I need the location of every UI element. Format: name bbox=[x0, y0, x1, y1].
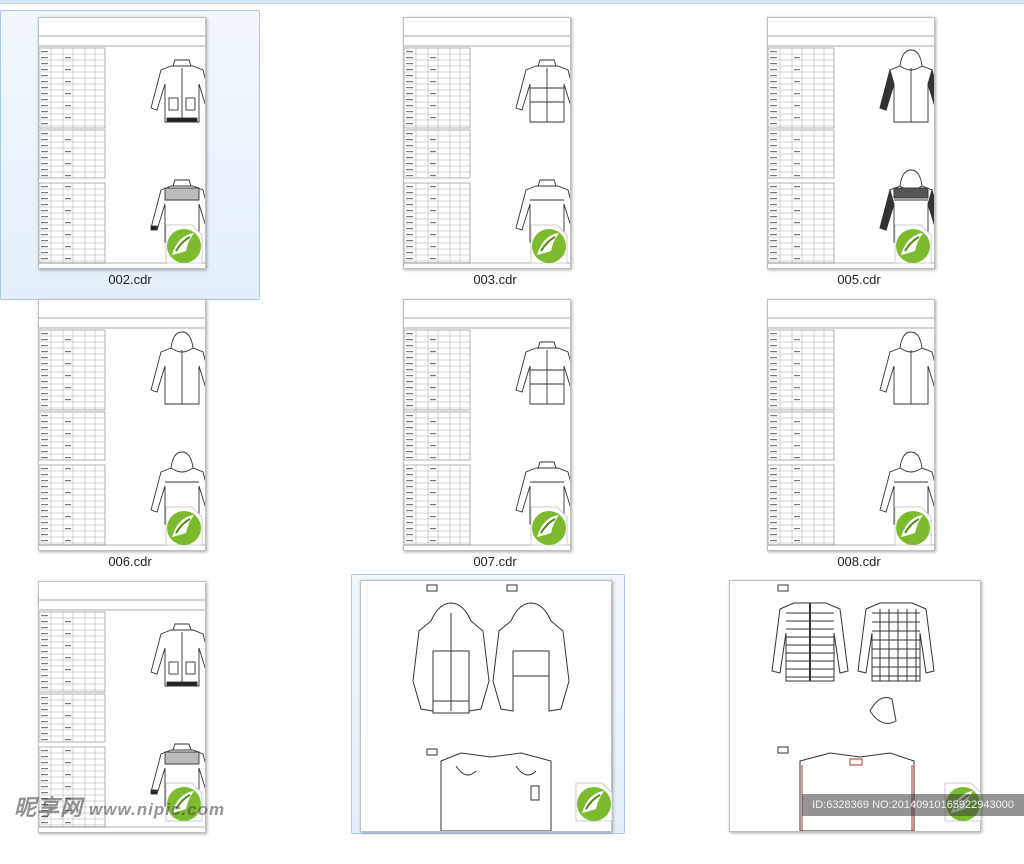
coreldraw-file-icon bbox=[894, 224, 932, 264]
coreldraw-file-icon bbox=[165, 506, 203, 546]
watermark-logo-text: 昵享网 bbox=[14, 795, 84, 820]
window-top-edge bbox=[0, 0, 1024, 4]
file-name-label[interactable]: 008.cdr bbox=[729, 554, 989, 569]
coreldraw-file-icon bbox=[575, 782, 613, 822]
file-name-label[interactable]: 002.cdr bbox=[0, 272, 260, 287]
file-name-label[interactable]: 007.cdr bbox=[365, 554, 625, 569]
watermark-logo: 昵享网 www.nipic.com bbox=[14, 790, 225, 822]
coreldraw-file-icon bbox=[894, 506, 932, 546]
file-name-label[interactable]: 006.cdr bbox=[0, 554, 260, 569]
coreldraw-file-icon bbox=[530, 224, 568, 264]
coreldraw-file-icon bbox=[165, 224, 203, 264]
watermark-id: ID:6328369 NO:20140910165922943000 bbox=[802, 794, 1024, 816]
coreldraw-file-icon bbox=[530, 506, 568, 546]
file-name-label[interactable]: 003.cdr bbox=[365, 272, 625, 287]
file-name-label[interactable]: 005.cdr bbox=[729, 272, 989, 287]
watermark-site: www.nipic.com bbox=[89, 800, 226, 819]
